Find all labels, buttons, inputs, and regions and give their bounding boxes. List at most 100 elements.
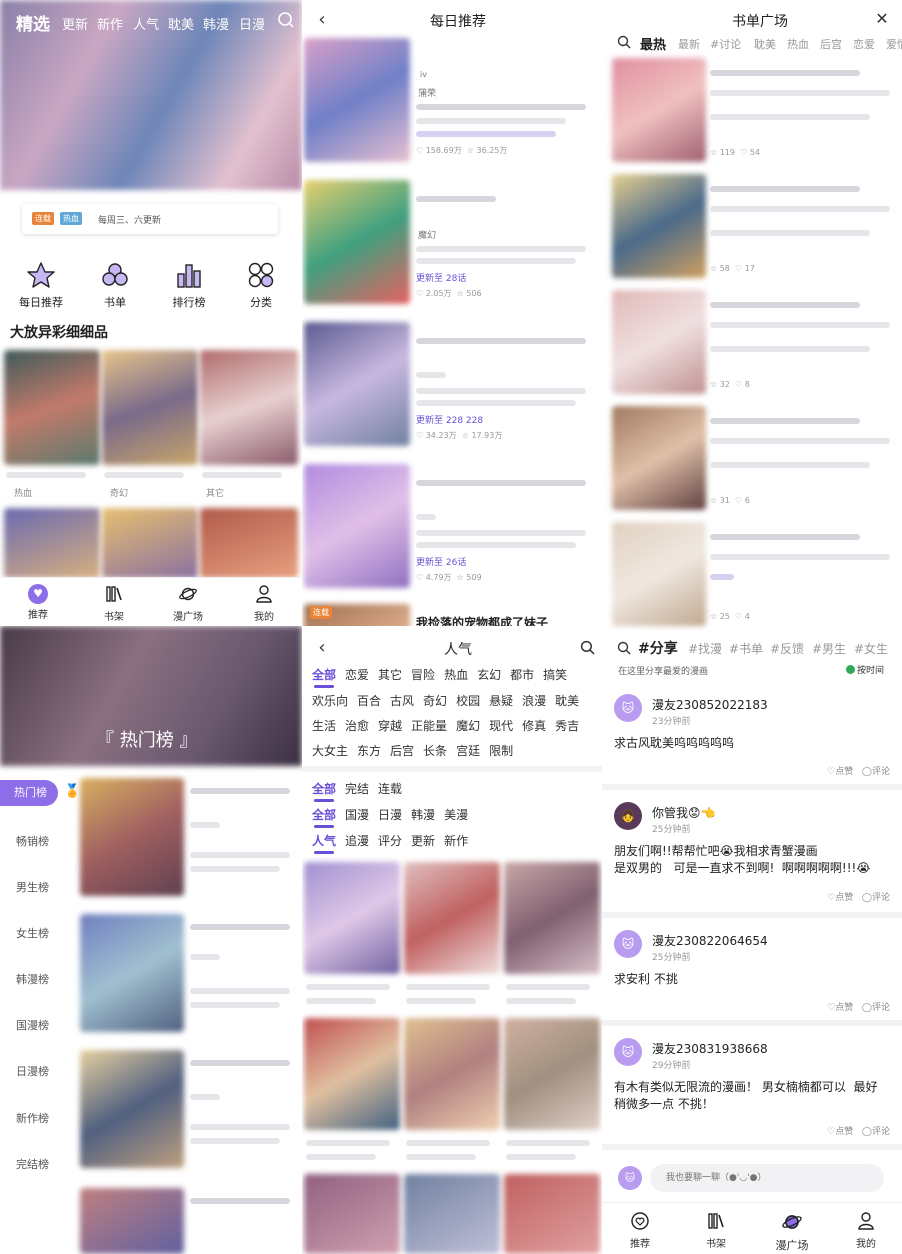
post-username[interactable]: 你管我😟👈 <box>652 804 715 821</box>
genre-chip[interactable]: 大女主 <box>312 742 348 759</box>
rank-tab[interactable]: 国漫榜 <box>16 1017 49 1033</box>
genre-chip[interactable]: 穿越 <box>378 717 402 734</box>
sort-chip[interactable]: 追漫 <box>345 832 369 849</box>
search-icon[interactable] <box>616 640 632 656</box>
genre-chip[interactable]: 奇幻 <box>423 692 447 709</box>
comic-cover[interactable] <box>404 1018 500 1130</box>
forum-post[interactable]: 🐱 漫友230831938668 29分钟前 有木有类似无限流的漫画！ 男女楠楠… <box>602 1026 902 1150</box>
genre-chip[interactable]: 古风 <box>390 692 414 709</box>
like-button[interactable]: ♡点赞 <box>827 893 853 903</box>
comic-cover[interactable] <box>504 1018 600 1130</box>
forum-post[interactable]: 👧 你管我😟👈 25分钟前 朋友们啊!!帮帮忙吧😭我相求青蟹漫画 是双男的 可是… <box>602 790 902 918</box>
forum-tab[interactable]: #反馈 <box>770 640 804 657</box>
genre-chip[interactable]: 宫廷 <box>456 742 480 759</box>
comic-cover[interactable] <box>504 862 600 974</box>
genre-chip[interactable]: 现代 <box>489 717 513 734</box>
comic-cover[interactable] <box>4 350 100 465</box>
genre-chip[interactable]: 其它 <box>378 666 402 683</box>
status-chip[interactable]: 完结 <box>345 780 369 797</box>
sort-by-time[interactable]: 按时间 <box>846 663 884 676</box>
genre-chip[interactable]: 搞笑 <box>543 666 567 683</box>
tab-bl[interactable]: 耽美 <box>754 36 776 52</box>
genre-chip[interactable]: 后宫 <box>390 742 414 759</box>
genre-chip[interactable]: 耽美 <box>555 692 579 709</box>
comment-button[interactable]: ◯评论 <box>862 767 890 777</box>
close-icon[interactable]: ✕ <box>872 8 892 28</box>
entry-title[interactable]: 我捡落的宠物都成了妹子 <box>416 614 548 626</box>
comic-cover[interactable] <box>304 38 410 162</box>
genre-chip[interactable]: 恋爱 <box>345 666 369 683</box>
tab-new[interactable]: 新作 <box>97 14 123 33</box>
booklist-cover[interactable] <box>612 290 706 394</box>
sort-chip[interactable]: 评分 <box>378 832 402 849</box>
region-chip[interactable]: 国漫 <box>345 806 369 823</box>
genre-chip[interactable]: 百合 <box>357 692 381 709</box>
ranking-cover[interactable] <box>80 1050 184 1168</box>
avatar[interactable]: 🐱 <box>614 1038 642 1066</box>
booklist-cover[interactable] <box>612 522 706 626</box>
rank-tab-active[interactable]: 热门榜 <box>0 780 58 806</box>
tab-hottest[interactable]: 最热 <box>640 34 666 53</box>
ranking-cover[interactable] <box>80 914 184 1032</box>
back-icon[interactable]: ‹ <box>312 636 332 658</box>
nav-shelf[interactable]: 书架 <box>692 1211 740 1250</box>
nav-recommend[interactable]: ♥ 推荐 <box>14 584 62 621</box>
banner-card[interactable]: 连载 热血 每周三、六更新 <box>22 204 278 234</box>
avatar[interactable]: 🐱 <box>614 930 642 958</box>
quick-nav-booklist[interactable]: 书单 <box>84 260 146 310</box>
region-chip[interactable]: 韩漫 <box>411 806 435 823</box>
comic-cover[interactable] <box>102 508 198 578</box>
tab-update[interactable]: 更新 <box>62 14 88 33</box>
tab-japanese[interactable]: 日漫 <box>239 14 265 33</box>
tab-romance[interactable]: 恋爱 <box>853 36 875 52</box>
comment-button[interactable]: ◯评论 <box>862 1127 890 1137</box>
rank-tab[interactable]: 完结榜 <box>16 1156 49 1172</box>
back-icon[interactable]: ‹ <box>312 8 332 30</box>
post-username[interactable]: 漫友230831938668 <box>652 1040 768 1057</box>
tab-discuss[interactable]: #讨论 <box>710 36 741 52</box>
genre-chip[interactable]: 魔幻 <box>456 717 480 734</box>
search-icon[interactable] <box>616 34 632 50</box>
genre-chip[interactable]: 限制 <box>489 742 513 759</box>
comic-cover[interactable] <box>304 1018 400 1130</box>
genre-chip[interactable]: 修真 <box>522 717 546 734</box>
genre-chip[interactable]: 校园 <box>456 692 480 709</box>
like-button[interactable]: ♡点赞 <box>827 1127 853 1137</box>
forum-tab-share[interactable]: #分享 <box>638 638 678 658</box>
forum-post[interactable]: 🐱 漫友230852022183 23分钟前 求古风耽美呜呜呜呜呜 ♡点赞 ◯评… <box>602 682 902 790</box>
forum-tab[interactable]: #女生 <box>854 640 888 657</box>
rank-tab[interactable]: 日漫榜 <box>16 1063 49 1079</box>
genre-chip[interactable]: 秀吉 <box>555 717 579 734</box>
rank-tab[interactable]: 男生榜 <box>16 879 49 895</box>
genre-chip[interactable]: 浪漫 <box>522 692 546 709</box>
genre-chip[interactable]: 生活 <box>312 717 336 734</box>
post-username[interactable]: 漫友230852022183 <box>652 696 768 713</box>
comic-cover[interactable] <box>200 508 298 578</box>
status-chip[interactable]: 连载 <box>378 780 402 797</box>
region-chip[interactable]: 美漫 <box>444 806 468 823</box>
ranking-cover[interactable] <box>80 1188 184 1254</box>
comment-button[interactable]: ◯评论 <box>862 1003 890 1013</box>
tab-popular[interactable]: 人气 <box>133 14 159 33</box>
genre-chip-active[interactable]: 全部 <box>312 666 336 688</box>
genre-chip[interactable]: 东方 <box>357 742 381 759</box>
genre-chip[interactable]: 欢乐向 <box>312 692 348 709</box>
genre-chip[interactable]: 治愈 <box>345 717 369 734</box>
comic-cover[interactable] <box>4 508 100 578</box>
comic-cover[interactable] <box>404 862 500 974</box>
sort-chip-active[interactable]: 人气 <box>312 832 336 854</box>
comic-cover[interactable] <box>304 180 410 304</box>
ranking-cover[interactable] <box>80 778 184 896</box>
region-chip[interactable]: 日漫 <box>378 806 402 823</box>
comic-cover[interactable] <box>102 350 198 465</box>
tab-latest[interactable]: 最新 <box>678 36 700 52</box>
comment-button[interactable]: ◯评论 <box>862 893 890 903</box>
comment-input[interactable] <box>650 1164 884 1192</box>
nav-mine[interactable]: 我的 <box>842 1211 890 1250</box>
rank-tab[interactable]: 女生榜 <box>16 925 49 941</box>
genre-chip[interactable]: 都市 <box>510 666 534 683</box>
tab-featured[interactable]: 精选 <box>16 10 50 35</box>
forum-post[interactable]: 🐱 漫友230822064654 25分钟前 求安利 不挑 ♡点赞 ◯评论 <box>602 918 902 1026</box>
avatar[interactable]: 👧 <box>614 802 642 830</box>
comic-cover[interactable] <box>304 322 410 446</box>
